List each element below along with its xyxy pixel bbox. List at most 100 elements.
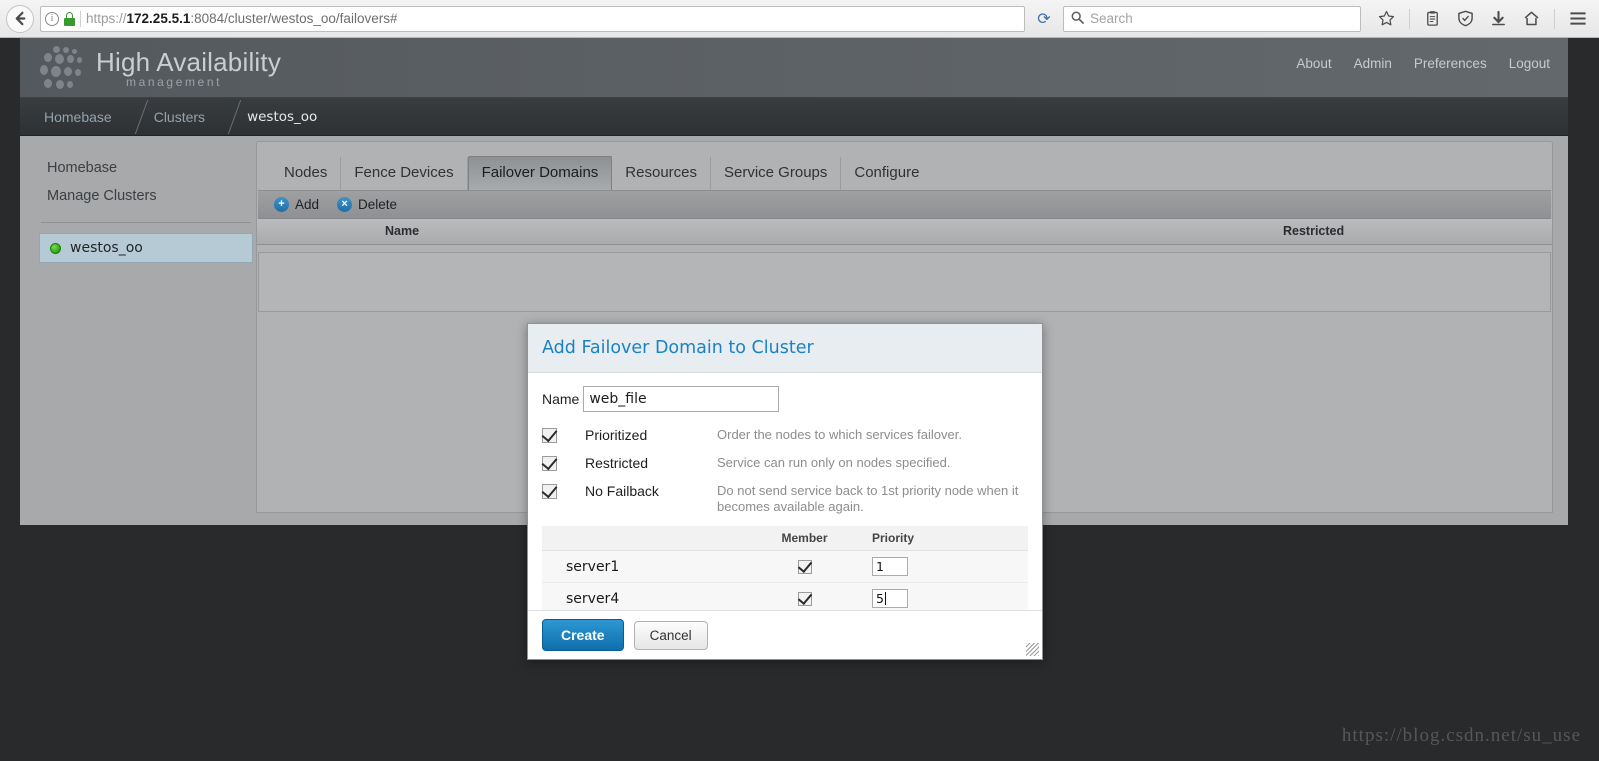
- lock-icon: [64, 11, 75, 26]
- member-table-priority-header: Priority: [872, 526, 1028, 551]
- restricted-checkbox[interactable]: [542, 456, 557, 471]
- back-arrow-icon[interactable]: [6, 4, 34, 33]
- tab-service-groups[interactable]: Service Groups: [711, 157, 842, 190]
- breadcrumb: Homebase Clusters westos_oo: [20, 98, 1568, 136]
- member-checkbox-server4[interactable]: [797, 591, 812, 606]
- sidebar-item-homebase[interactable]: Homebase: [37, 154, 255, 182]
- plus-circle-icon: +: [274, 197, 289, 212]
- name-label: Name: [542, 391, 580, 407]
- nav-admin[interactable]: Admin: [1354, 56, 1392, 71]
- restricted-description: Service can run only on nodes specified.: [717, 455, 951, 470]
- member-checkbox-server1[interactable]: [797, 559, 812, 574]
- option-restricted: Restricted Service can run only on nodes…: [542, 455, 1028, 472]
- browser-toolbar: i https://172.25.5.1:8084/cluster/westos…: [0, 0, 1599, 38]
- create-button[interactable]: Create: [542, 619, 624, 651]
- search-placeholder: Search: [1090, 11, 1133, 26]
- breadcrumb-separator-1: [122, 98, 144, 136]
- no-failback-checkbox[interactable]: [542, 484, 557, 499]
- restricted-label: Restricted: [585, 455, 649, 471]
- cancel-button[interactable]: Cancel: [633, 620, 708, 650]
- column-header-name: Name: [385, 224, 420, 238]
- table-header-row: Name Restricted: [257, 219, 1552, 245]
- member-table-name-header: [542, 526, 737, 551]
- breadcrumb-clusters[interactable]: Clusters: [144, 109, 215, 125]
- name-field-row: Name web_file: [542, 386, 1028, 412]
- tab-fence-devices[interactable]: Fence Devices: [341, 157, 468, 190]
- nav-about[interactable]: About: [1296, 56, 1331, 71]
- search-box[interactable]: Search: [1063, 5, 1361, 32]
- tab-configure[interactable]: Configure: [841, 157, 932, 190]
- nav-preferences[interactable]: Preferences: [1414, 56, 1487, 71]
- download-icon[interactable]: [1483, 4, 1514, 34]
- app-body: Homebase Manage Clusters westos_oo Nodes…: [20, 136, 1568, 660]
- priority-cell-server1: 1: [872, 550, 1028, 583]
- menu-hamburger-icon[interactable]: [1562, 4, 1593, 34]
- delete-button[interactable]: × Delete: [337, 197, 397, 212]
- url-scheme: https://: [86, 11, 127, 26]
- add-failover-domain-dialog: Add Failover Domain to Cluster Name web_…: [527, 323, 1043, 660]
- table-body: [258, 252, 1551, 312]
- tab-resources[interactable]: Resources: [612, 157, 711, 190]
- no-failback-description: Do not send service back to 1st priority…: [717, 483, 1019, 514]
- dialog-title: Add Failover Domain to Cluster: [542, 338, 814, 358]
- app-header: High Availability management About Admin…: [20, 38, 1568, 98]
- watermark: https://blog.csdn.net/su_use: [1341, 725, 1581, 746]
- reload-icon[interactable]: ⟳: [1031, 7, 1057, 31]
- close-circle-icon: ×: [337, 197, 353, 212]
- sidebar-cluster-label: westos_oo: [70, 240, 143, 256]
- info-icon[interactable]: i: [45, 11, 59, 26]
- status-dot-icon: [50, 242, 61, 254]
- breadcrumb-homebase[interactable]: Homebase: [34, 109, 122, 125]
- dialog-header: Add Failover Domain to Cluster: [528, 324, 1042, 373]
- priority-input-server1[interactable]: 1: [872, 557, 908, 576]
- shield-icon[interactable]: [1450, 4, 1481, 34]
- add-button-label: Add: [295, 197, 320, 212]
- member-name-server1: server1: [542, 550, 737, 583]
- home-icon[interactable]: [1516, 4, 1547, 34]
- bookmark-star-icon[interactable]: [1371, 4, 1402, 34]
- breadcrumb-current: westos_oo: [247, 108, 318, 125]
- prioritized-label: Prioritized: [585, 427, 648, 443]
- priority-input-server4[interactable]: 5: [872, 589, 908, 608]
- sidebar-item-manage-clusters[interactable]: Manage Clusters: [37, 182, 255, 210]
- priority-input-server4-value: 5: [876, 591, 884, 606]
- app-container: High Availability management About Admin…: [20, 38, 1568, 660]
- page-background: High Availability management About Admin…: [0, 38, 1599, 761]
- column-header-restricted: Restricted: [1283, 224, 1345, 238]
- option-no-failback: No Failback Do not send service back to …: [542, 483, 1028, 515]
- nav-logout[interactable]: Logout: [1509, 56, 1550, 71]
- brand-subtitle: management: [126, 75, 223, 89]
- search-icon: [1071, 11, 1084, 27]
- address-bar[interactable]: i https://172.25.5.1:8084/cluster/westos…: [40, 5, 1025, 32]
- sidebar-divider: [41, 222, 251, 223]
- breadcrumb-separator-2: [215, 98, 237, 136]
- toolbar-divider: [1409, 8, 1410, 29]
- brand-title: High Availability: [96, 47, 282, 77]
- logo-icon: [39, 46, 91, 92]
- prioritized-checkbox[interactable]: [542, 428, 557, 443]
- url-host: 172.25.5.1: [126, 11, 191, 26]
- text-cursor: [884, 592, 886, 605]
- tab-nodes[interactable]: Nodes: [271, 157, 342, 190]
- member-table: Member Priority server1 1 server4 5: [542, 526, 1028, 615]
- option-prioritized: Prioritized Order the nodes to which ser…: [542, 427, 1028, 444]
- table-row: server1 1: [542, 550, 1028, 583]
- pocket-clipboard-icon[interactable]: [1417, 4, 1448, 34]
- dialog-body: Name web_file Prioritized Order the node…: [528, 373, 1042, 615]
- resize-handle-icon[interactable]: [1026, 643, 1039, 656]
- tab-failover-domains[interactable]: Failover Domains: [467, 156, 613, 190]
- sidebar-item-cluster-westos-oo[interactable]: westos_oo: [39, 233, 253, 263]
- sidebar: Homebase Manage Clusters westos_oo: [37, 154, 255, 263]
- member-table-header-row: Member Priority: [542, 526, 1028, 551]
- add-button[interactable]: + Add: [274, 197, 319, 212]
- browser-action-icons: [1367, 4, 1593, 34]
- no-failback-label: No Failback: [585, 483, 659, 499]
- panel-toolbar: + Add × Delete: [258, 190, 1551, 219]
- brand: High Availability management: [96, 47, 281, 89]
- member-table-member-header: Member: [737, 526, 872, 551]
- top-nav: About Admin Preferences Logout: [1296, 56, 1550, 71]
- url-divider: [80, 10, 81, 27]
- name-input[interactable]: web_file: [583, 386, 780, 412]
- url-text: https://172.25.5.1:8084/cluster/westos_o…: [86, 11, 397, 26]
- delete-button-label: Delete: [358, 197, 398, 212]
